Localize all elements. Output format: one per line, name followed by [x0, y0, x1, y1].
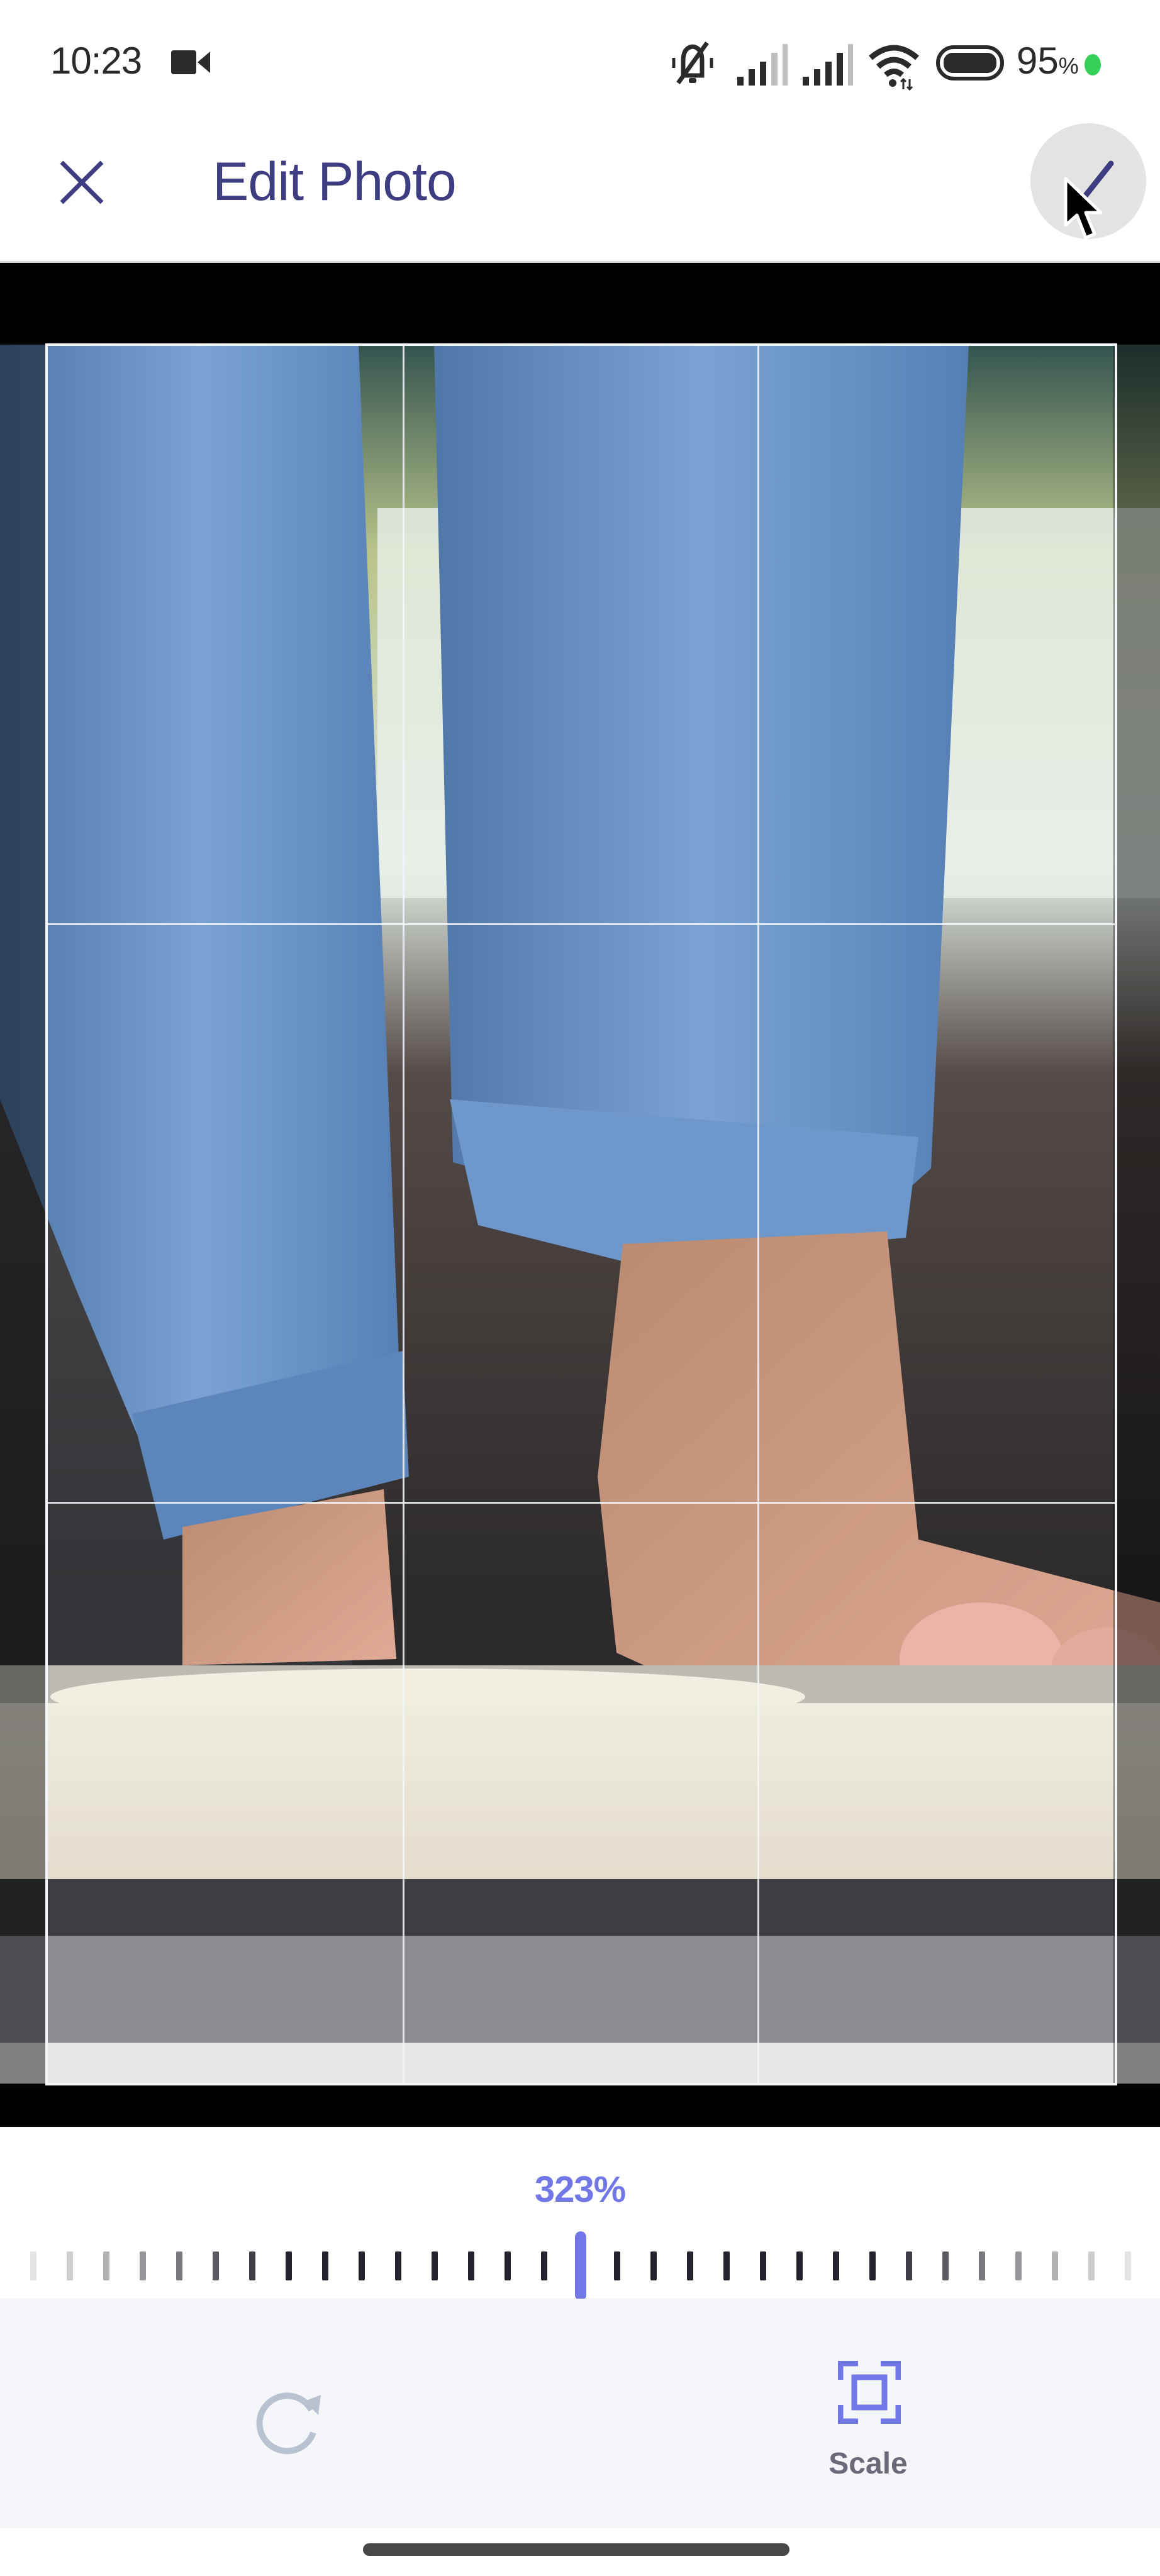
video-camera-icon [171, 50, 210, 74]
rotate-icon [256, 2392, 321, 2455]
battery-percentage: 95% [1017, 39, 1079, 82]
ruler-tick [833, 2251, 839, 2280]
ruler-tick [906, 2251, 912, 2280]
ruler-indicator[interactable] [575, 2231, 586, 2301]
signal-icon [737, 44, 788, 86]
ruler-tick [723, 2251, 730, 2280]
bottom-toolbar [0, 2299, 1160, 2528]
ruler-tick [322, 2251, 328, 2280]
scale-icon [838, 2361, 901, 2424]
battery-percent-sign: % [1058, 53, 1079, 79]
ruler-tick [650, 2251, 657, 2280]
ruler-tick [140, 2251, 146, 2280]
ruler-tick [505, 2251, 511, 2280]
rotate-button[interactable] [239, 2371, 340, 2472]
ruler-tick [687, 2251, 693, 2280]
photo-canvas[interactable] [0, 263, 1160, 2127]
scale-tool-button[interactable]: Scale [811, 2352, 925, 2497]
home-indicator[interactable] [363, 2543, 789, 2556]
crop-grid-line [403, 346, 404, 2083]
ruler-tick [796, 2251, 803, 2280]
status-time: 10:23 [50, 40, 142, 82]
ruler-tick [1052, 2251, 1058, 2280]
ruler-tick [1125, 2251, 1131, 2280]
ruler-tick [395, 2251, 401, 2280]
ruler-tick [1088, 2251, 1095, 2280]
crop-overlay-left [0, 345, 47, 2084]
ruler-tick [869, 2251, 876, 2280]
crop-frame[interactable] [45, 343, 1117, 2085]
crop-grid-line [48, 1502, 1115, 1504]
mouse-cursor-icon [1064, 177, 1103, 240]
ruler-tick [979, 2251, 985, 2280]
ruler-tick [103, 2251, 109, 2280]
ruler-tick [468, 2251, 474, 2280]
battery-icon [936, 45, 1004, 80]
crop-overlay-right [1113, 345, 1160, 2084]
ruler-tick [30, 2251, 36, 2280]
close-button[interactable] [50, 151, 113, 214]
scale-tool-label: Scale [828, 2447, 908, 2480]
ruler-tick [67, 2251, 73, 2280]
ruler-tick [760, 2251, 766, 2280]
crop-grid-line [48, 923, 1115, 925]
charging-indicator-dot [1085, 54, 1101, 75]
ruler-tick [942, 2251, 949, 2280]
scale-ruler-slider[interactable] [0, 2226, 1160, 2308]
ruler-tick [1015, 2251, 1022, 2280]
ruler-tick [359, 2251, 365, 2280]
app-header [0, 113, 1160, 263]
crop-grid-line [757, 346, 759, 2083]
signal-icon [803, 44, 853, 86]
scale-value-label: 323% [534, 2169, 626, 2210]
ruler-tick [614, 2251, 620, 2280]
ruler-tick [249, 2251, 255, 2280]
page-title: Edit Photo [213, 152, 457, 212]
wifi-icon [869, 45, 919, 91]
ruler-tick [432, 2251, 438, 2280]
close-icon [60, 160, 104, 204]
ruler-tick [176, 2251, 182, 2280]
ruler-tick [286, 2251, 292, 2280]
ruler-tick [541, 2251, 547, 2280]
ruler-tick [213, 2251, 219, 2280]
battery-percent-value: 95 [1017, 40, 1059, 82]
bell-off-icon [672, 41, 713, 85]
